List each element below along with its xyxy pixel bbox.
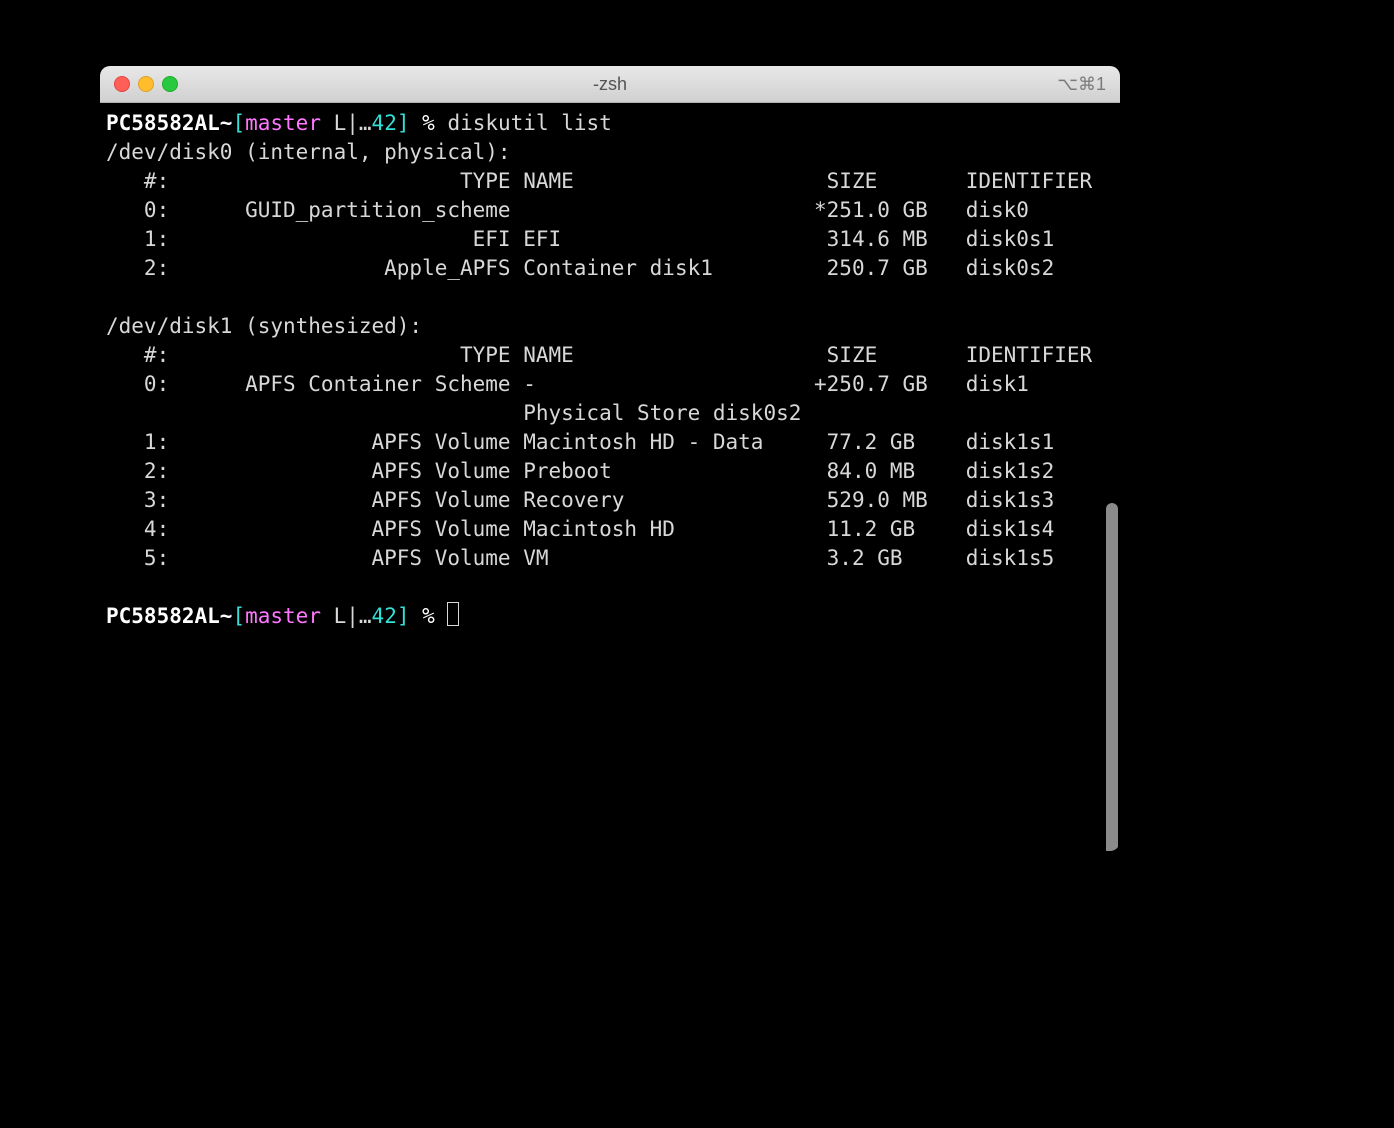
output-disk1-row: 1: APFS Volume Macintosh HD - Data 77.2 … [106, 430, 1054, 454]
output-disk1-row: 0: APFS Container Scheme - +250.7 GB dis… [106, 372, 1029, 396]
cursor-icon [447, 602, 459, 626]
window-shortcut-hint: ⌥⌘1 [1057, 74, 1106, 95]
output-disk0-row: 0: GUID_partition_scheme *251.0 GB disk0 [106, 198, 1029, 222]
prompt-separator: ~ [220, 111, 233, 135]
prompt-bracket-close: ] [397, 604, 410, 628]
output-disk1-row: Physical Store disk0s2 [106, 401, 801, 425]
prompt-git-status: L|… [321, 111, 372, 135]
prompt-git-status: L|… [321, 604, 372, 628]
prompt-bracket-open: [ [232, 111, 245, 135]
prompt-host: PC58582AL [106, 604, 220, 628]
titlebar[interactable]: -zsh ⌥⌘1 [100, 66, 1120, 103]
prompt-symbol: % [410, 604, 448, 628]
output-disk0-row: 1: EFI EFI 314.6 MB disk0s1 [106, 227, 1054, 251]
output-disk1-row: 2: APFS Volume Preboot 84.0 MB disk1s2 [106, 459, 1054, 483]
output-disk0-row: 2: Apple_APFS Container disk1 250.7 GB d… [106, 256, 1054, 280]
traffic-lights [100, 76, 178, 92]
terminal-body[interactable]: PC58582AL~[master L|…42] % diskutil list… [100, 103, 1120, 851]
prompt-git-num: 42 [372, 111, 397, 135]
prompt-symbol: % [410, 111, 448, 135]
prompt-branch: master [245, 111, 321, 135]
output-disk0-cols: #: TYPE NAME SIZE IDENTIFIER [106, 169, 1092, 193]
terminal-window: -zsh ⌥⌘1 PC58582AL~[master L|…42] % disk… [100, 66, 1120, 851]
output-disk1-row: 3: APFS Volume Recovery 529.0 MB disk1s3 [106, 488, 1054, 512]
close-icon[interactable] [114, 76, 130, 92]
zoom-icon[interactable] [162, 76, 178, 92]
prompt-bracket-close: ] [397, 111, 410, 135]
scrollbar[interactable] [1106, 503, 1118, 851]
output-disk1-cols: #: TYPE NAME SIZE IDENTIFIER [106, 343, 1092, 367]
output-disk1-row: 5: APFS Volume VM 3.2 GB disk1s5 [106, 546, 1054, 570]
prompt-separator: ~ [220, 604, 233, 628]
prompt-git-num: 42 [372, 604, 397, 628]
output-disk1-header: /dev/disk1 (synthesized): [106, 314, 422, 338]
window-title: -zsh [100, 74, 1120, 95]
prompt-host: PC58582AL [106, 111, 220, 135]
prompt-branch: master [245, 604, 321, 628]
output-disk1-row: 4: APFS Volume Macintosh HD 11.2 GB disk… [106, 517, 1054, 541]
terminal-content[interactable]: PC58582AL~[master L|…42] % diskutil list… [100, 103, 1120, 637]
command-text: diskutil list [447, 111, 611, 135]
minimize-icon[interactable] [138, 76, 154, 92]
output-disk0-header: /dev/disk0 (internal, physical): [106, 140, 511, 164]
prompt-bracket-open: [ [232, 604, 245, 628]
